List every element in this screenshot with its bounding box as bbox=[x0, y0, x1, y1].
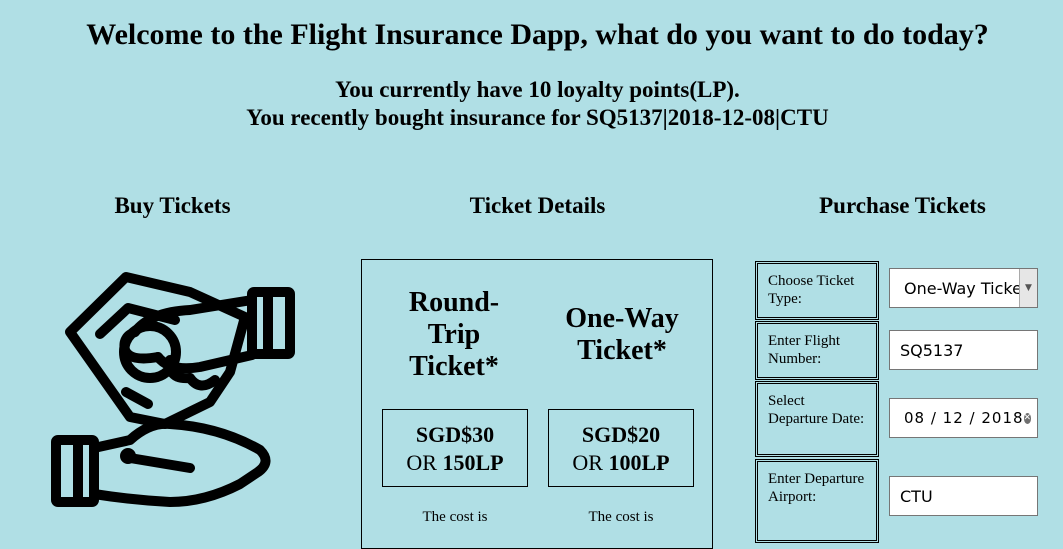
round-trip-cost-note: The cost is bbox=[422, 509, 488, 525]
one-way-ticket-title: One-Way Ticket* bbox=[565, 303, 679, 366]
ticket-type-select[interactable]: One-Way Ticket ▼ bbox=[889, 268, 1038, 308]
departure-airport-input[interactable]: CTU bbox=[889, 476, 1038, 516]
flight-number-input[interactable]: SQ5137 bbox=[889, 330, 1038, 370]
round-trip-price-box: SGD$30 OR 150LP bbox=[382, 409, 528, 487]
departure-date-input[interactable]: 08 / 12 / 2018 ✕ bbox=[889, 398, 1038, 438]
departure-airport-value: CTU bbox=[900, 486, 933, 506]
round-trip-ticket-title: Round-Trip Ticket* bbox=[408, 287, 500, 382]
ticket-type-selected-value: One-Way Ticket bbox=[904, 278, 1019, 298]
loyalty-points-text: You currently have 10 loyalty points(LP)… bbox=[335, 77, 740, 102]
ticket-details-heading: Ticket Details bbox=[469, 193, 606, 218]
round-trip-or: OR bbox=[406, 450, 437, 475]
flight-number-label: Enter Flight Number: bbox=[755, 321, 879, 380]
one-way-points: 100LP bbox=[608, 450, 670, 475]
departure-airport-label: Enter Departure Airport: bbox=[755, 459, 879, 543]
chevron-down-icon[interactable]: ▼ bbox=[1019, 269, 1037, 307]
ticket-details-box: Round-Trip Ticket* One-Way Ticket* SGD$3… bbox=[361, 259, 713, 549]
one-way-price-box: SGD$20 OR 100LP bbox=[548, 409, 694, 487]
flight-number-value: SQ5137 bbox=[900, 340, 964, 360]
buy-tickets-heading: Buy Tickets bbox=[114, 193, 231, 218]
one-way-price: SGD$20 bbox=[581, 422, 661, 447]
departure-date-value: 08 / 12 / 2018 bbox=[904, 409, 1024, 427]
one-way-points-line: OR 100LP bbox=[549, 449, 693, 477]
one-way-or: OR bbox=[572, 450, 603, 475]
ticket-type-label: Choose Ticket Type: bbox=[755, 261, 879, 320]
recent-insurance-text: You recently bought insurance for SQ5137… bbox=[246, 105, 829, 130]
round-trip-points: 150LP bbox=[442, 450, 504, 475]
departure-date-label: Select Departure Date: bbox=[755, 381, 879, 457]
one-way-cost-note: The cost is bbox=[588, 509, 654, 525]
purchase-tickets-heading: Purchase Tickets bbox=[819, 193, 986, 218]
money-hands-icon bbox=[51, 272, 295, 507]
round-trip-points-line: OR 150LP bbox=[383, 449, 527, 477]
page-title: Welcome to the Flight Insurance Dapp, wh… bbox=[86, 18, 989, 51]
clear-icon[interactable]: ✕ bbox=[1023, 412, 1032, 424]
round-trip-price: SGD$30 bbox=[415, 422, 495, 447]
